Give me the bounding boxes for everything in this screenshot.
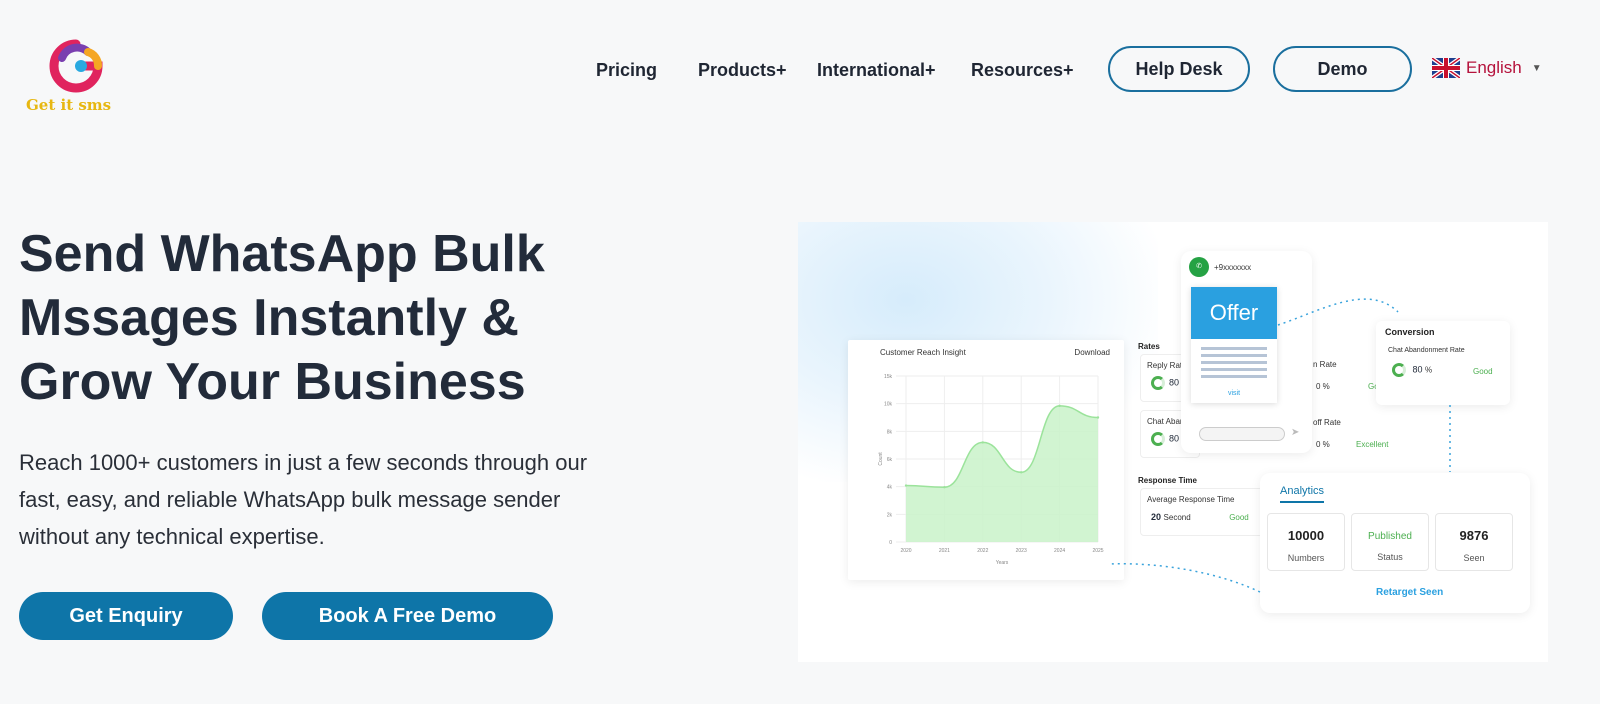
hero-title: Send WhatsApp Bulk Mssages Instantly & G… (19, 225, 545, 411)
brand-name: Get it sms (26, 96, 112, 114)
book-demo-button[interactable]: Book A Free Demo (262, 592, 553, 640)
nav-resources[interactable]: Resources+ (971, 60, 1074, 81)
nav-products[interactable]: Products+ (698, 60, 787, 81)
connector-lines (1109, 298, 1451, 593)
get-enquiry-button[interactable]: Get Enquiry (19, 592, 233, 640)
nav-pricing[interactable]: Pricing (596, 60, 657, 81)
uk-flag-icon (1432, 58, 1460, 78)
help-desk-button[interactable]: Help Desk (1108, 46, 1250, 92)
language-selector[interactable]: English ▼ (1432, 58, 1542, 78)
hero-subtitle: Reach 1000+ customers in just a few seco… (19, 450, 588, 549)
caret-down-icon: ▼ (1531, 62, 1542, 74)
logo[interactable]: Get it sms (26, 38, 136, 118)
demo-button[interactable]: Demo (1273, 46, 1412, 92)
nav-international[interactable]: International+ (817, 60, 936, 81)
language-label: English (1466, 58, 1522, 77)
logo-mark-icon (49, 39, 103, 93)
hero-illustration: Customer Reach Insight Download 0 2k 4k 6k 8… (798, 222, 1548, 662)
